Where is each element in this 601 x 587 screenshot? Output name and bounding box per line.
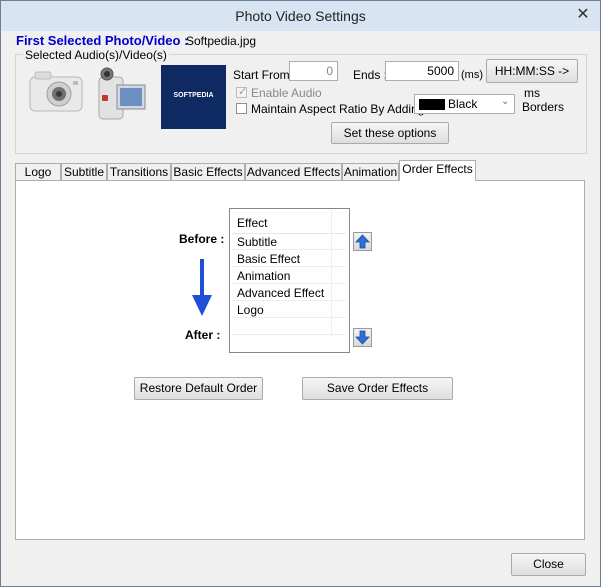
border-color-select[interactable]: Black ⌄ [414,94,515,114]
selected-media-label: Selected Audio(s)/Video(s) [23,48,169,62]
tab-advanced-effects[interactable]: Advanced Effects [245,163,342,181]
list-item [232,319,346,335]
after-label: After : [185,328,221,342]
ms-unit-label: (ms) [461,69,483,81]
move-down-button[interactable] [353,328,372,347]
chevron-down-icon: ⌄ [501,96,510,107]
move-up-button[interactable] [353,232,372,251]
list-item[interactable]: Advanced Effect [232,285,346,301]
enable-audio-label: Enable Audio [251,86,322,100]
effect-column-header: Effect [237,216,268,230]
tab-transitions[interactable]: Transitions [107,163,171,181]
camcorder-icon [91,65,151,123]
first-selected-label: First Selected Photo/Video : [16,33,189,48]
media-thumbnail[interactable]: SOFTPEDIA [161,65,226,129]
maintain-aspect-label: Maintain Aspect Ratio By Adding [251,102,425,116]
camera-icon [27,67,87,117]
list-item[interactable]: Basic Effect [232,251,346,267]
list-item[interactable]: Subtitle [232,234,346,250]
ends-input[interactable]: 5000 [385,61,459,81]
borders-label: Borders [522,100,565,114]
list-item[interactable]: Logo [232,302,346,318]
ends-label: Ends : [353,68,388,82]
restore-default-order-button[interactable]: Restore Default Order [134,377,263,400]
time-convert-button[interactable]: HH:MM:SS -> ms [486,59,578,100]
before-label: Before : [179,232,225,246]
maintain-aspect-checkbox[interactable] [236,103,247,114]
enable-audio-checkbox[interactable]: ✓ [236,86,248,98]
tab-animation[interactable]: Animation [342,163,399,181]
border-color-value: Black [448,97,478,111]
tab-logo[interactable]: Logo [15,163,61,181]
title-bar: Photo Video Settings ✕ [1,1,600,31]
window-close-icon[interactable]: ✕ [574,7,592,25]
start-from-input[interactable]: 0 [289,61,338,81]
tab-basic-effects[interactable]: Basic Effects [171,163,245,181]
list-item[interactable]: Animation [232,268,346,284]
effects-list-header: Effect [232,211,346,234]
tab-order-effects[interactable]: Order Effects [399,160,476,181]
arrow-down-icon [355,330,370,345]
tab-subtitle[interactable]: Subtitle [61,163,107,181]
down-arrow-icon [191,259,213,317]
save-order-effects-button[interactable]: Save Order Effects [302,377,453,400]
first-selected-filename: Softpedia.jpg [186,34,257,48]
close-button[interactable]: Close [511,553,586,576]
photo-video-settings-window: Photo Video Settings ✕ First Selected Ph… [0,0,601,587]
thumbnail-text: SOFTPEDIA [173,92,214,99]
start-from-label: Start From : [233,68,297,82]
set-options-button[interactable]: Set these options [331,122,449,144]
color-swatch [419,99,445,110]
window-title: Photo Video Settings [235,8,366,24]
effects-order-list[interactable]: Effect Subtitle Basic Effect Animation A… [229,208,350,353]
list-column-divider [331,210,332,336]
arrow-up-icon [355,234,370,249]
checkmark-icon: ✓ [238,86,248,98]
